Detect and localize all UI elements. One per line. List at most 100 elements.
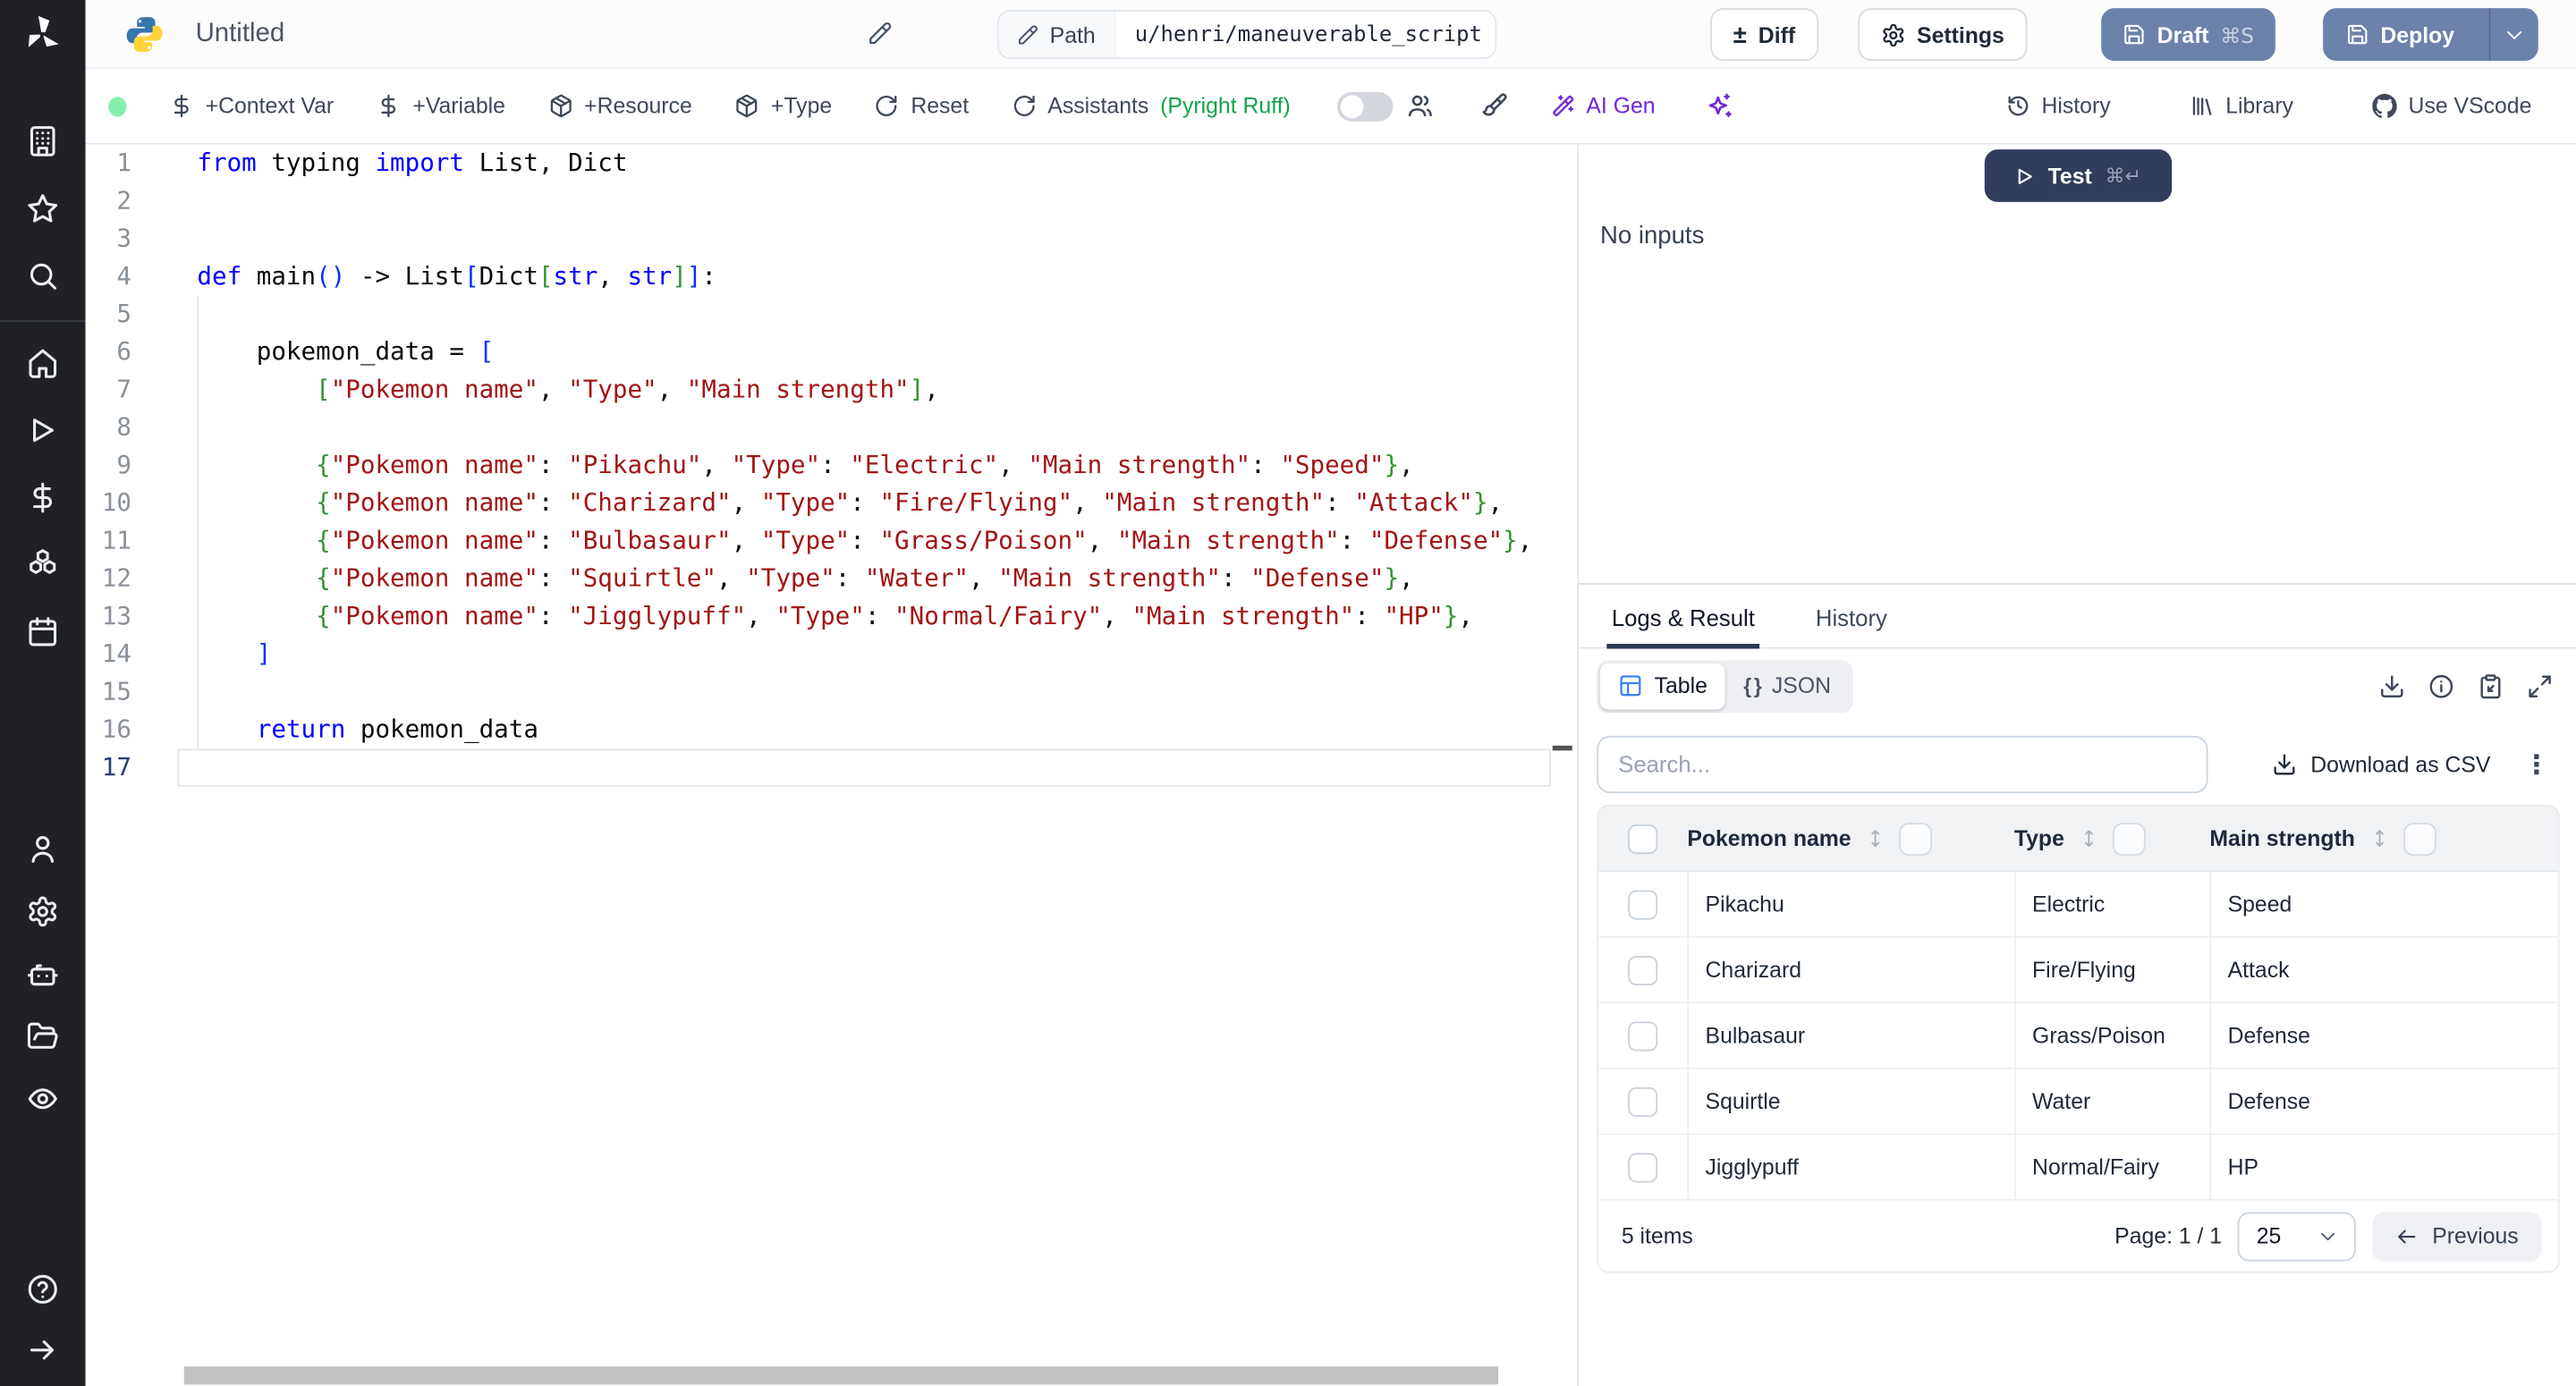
code-line[interactable]: 10 {"Pokemon name": "Charizard", "Type":… xyxy=(86,485,1578,522)
column-filter-pill[interactable] xyxy=(2112,822,2145,855)
code-line[interactable]: 7 ["Pokemon name", "Type", "Main strengt… xyxy=(86,371,1578,409)
sort-icon[interactable] xyxy=(1864,828,1885,849)
draft-button[interactable]: Draft ⌘S xyxy=(2101,8,2275,61)
view-table-button[interactable]: Table xyxy=(1600,663,1725,708)
code-line[interactable]: 16 return pokemon_data xyxy=(86,711,1578,748)
code-line[interactable]: 8 xyxy=(86,409,1578,446)
history-button[interactable]: History xyxy=(2005,94,2111,119)
resources-cubes-icon[interactable] xyxy=(26,548,59,581)
edit-summary-pencil-icon[interactable] xyxy=(868,21,893,46)
code-line[interactable]: 9 {"Pokemon name": "Pikachu", "Type": "E… xyxy=(86,447,1578,485)
save-icon xyxy=(2346,23,2369,46)
line-number: 2 xyxy=(86,182,131,220)
column-filter-pill[interactable] xyxy=(2402,822,2436,855)
table-cell: Defense xyxy=(2209,1003,2557,1068)
home-icon[interactable] xyxy=(26,347,59,380)
table-row[interactable]: PikachuElectricSpeed xyxy=(1598,872,2558,937)
code-line[interactable]: 3 xyxy=(86,220,1578,258)
download-result-icon[interactable] xyxy=(2379,672,2405,698)
ai-gen-button[interactable]: AI Gen xyxy=(1550,94,1656,119)
line-number: 6 xyxy=(86,334,131,371)
table-view-label: Table xyxy=(1655,673,1707,698)
add-resource-button[interactable]: +Resource xyxy=(548,94,692,119)
add-context-var-button[interactable]: +Context Var xyxy=(169,94,334,119)
reset-button[interactable]: Reset xyxy=(875,94,969,119)
settings-gear-icon[interactable] xyxy=(26,895,59,928)
code-line[interactable]: 12 {"Pokemon name": "Squirtle", "Type": … xyxy=(86,560,1578,597)
deploy-dropdown-button[interactable] xyxy=(2489,8,2538,61)
assistants-detail: (Pyright Ruff) xyxy=(1160,94,1291,119)
runs-play-icon[interactable] xyxy=(26,414,59,447)
windmill-logo[interactable] xyxy=(0,0,86,69)
page-size-select[interactable]: 25 xyxy=(2238,1212,2356,1261)
info-icon[interactable] xyxy=(2428,672,2454,698)
row-checkbox[interactable] xyxy=(1628,955,1657,985)
horizontal-scrollbar[interactable] xyxy=(184,1366,1498,1384)
code-line[interactable]: 1from typing import List, Dict xyxy=(86,145,1578,182)
tab-logs-result[interactable]: Logs & Result xyxy=(1612,604,1755,647)
kebab-menu-icon[interactable]: ⋮ xyxy=(2523,748,2549,780)
overview-ruler-cursor xyxy=(1553,746,1572,751)
code-line[interactable]: 5 xyxy=(86,296,1578,334)
use-vscode-button[interactable]: Use VScode xyxy=(2372,94,2531,119)
view-json-button[interactable]: { } JSON xyxy=(1725,663,1849,708)
deploy-button[interactable]: Deploy xyxy=(2323,8,2538,61)
row-checkbox[interactable] xyxy=(1628,1152,1657,1181)
library-button[interactable]: Library xyxy=(2190,94,2293,119)
row-checkbox[interactable] xyxy=(1628,890,1657,919)
code-line[interactable]: 11 {"Pokemon name": "Bulbasaur", "Type":… xyxy=(86,522,1578,560)
audit-eye-icon[interactable] xyxy=(26,1082,59,1115)
line-number: 10 xyxy=(86,485,131,522)
result-table-body: PikachuElectricSpeedCharizardFire/Flying… xyxy=(1598,872,2558,1200)
add-variable-button[interactable]: +Variable xyxy=(377,94,505,119)
select-all-checkbox[interactable] xyxy=(1628,824,1657,853)
help-icon[interactable] xyxy=(26,1272,59,1306)
table-row[interactable]: BulbasaurGrass/PoisonDefense xyxy=(1598,1003,2558,1069)
status-dot-green xyxy=(108,96,126,115)
code-line[interactable]: 6 pokemon_data = [ xyxy=(86,334,1578,371)
ai-gen-label: AI Gen xyxy=(1586,94,1655,119)
previous-page-button[interactable]: Previous xyxy=(2373,1212,2541,1261)
code-line[interactable]: 2 xyxy=(86,182,1578,220)
search-input[interactable] xyxy=(1597,735,2207,792)
users-person-icon[interactable] xyxy=(26,832,59,866)
column-filter-pill[interactable] xyxy=(1899,822,1932,855)
path-field[interactable]: Path u/henri/maneuverable_script xyxy=(997,10,1496,59)
expand-sidebar-arrow-icon[interactable] xyxy=(26,1333,59,1366)
favorites-star-icon[interactable] xyxy=(26,192,59,225)
table-row[interactable]: SquirtleWaterDefense xyxy=(1598,1069,2558,1135)
download-csv-button[interactable]: Download as CSV xyxy=(2273,751,2490,776)
magic-wand-icon xyxy=(1550,94,1575,119)
folders-icon[interactable] xyxy=(26,1020,59,1053)
table-row[interactable]: JigglypuffNormal/FairyHP xyxy=(1598,1135,2558,1200)
add-type-button[interactable]: +Type xyxy=(735,94,833,119)
multiplayer-toggle[interactable] xyxy=(1336,91,1392,121)
sort-icon[interactable] xyxy=(2078,828,2099,849)
code-line[interactable]: 14 ] xyxy=(86,636,1578,673)
code-editor[interactable]: 1from typing import List, Dict234def mai… xyxy=(86,145,1578,1386)
code-line[interactable]: 13 {"Pokemon name": "Jigglypuff", "Type"… xyxy=(86,598,1578,636)
row-checkbox[interactable] xyxy=(1628,1021,1657,1051)
workers-robot-icon[interactable] xyxy=(26,958,59,991)
assistants-button[interactable]: Assistants (Pyright Ruff) xyxy=(1012,94,1291,119)
table-row[interactable]: CharizardFire/FlyingAttack xyxy=(1598,938,2558,1003)
settings-button[interactable]: Settings xyxy=(1858,8,2028,61)
result-tabs: Logs & Result History xyxy=(1579,585,2576,649)
diff-button[interactable]: ± Diff xyxy=(1710,8,1818,61)
people-icon[interactable] xyxy=(1405,92,1433,120)
expand-icon[interactable] xyxy=(2527,672,2553,698)
tab-history[interactable]: History xyxy=(1816,604,1887,647)
schedules-calendar-icon[interactable] xyxy=(26,616,59,649)
search-icon[interactable] xyxy=(26,259,59,292)
workspace-building-icon[interactable] xyxy=(26,125,59,158)
code-line[interactable]: 4def main() -> List[Dict[str, str]]: xyxy=(86,258,1578,295)
sparkles-icon[interactable] xyxy=(1705,92,1733,120)
code-line[interactable]: 15 xyxy=(86,673,1578,711)
sort-icon[interactable] xyxy=(2368,828,2390,849)
history-clock-icon xyxy=(2005,94,2030,119)
row-checkbox[interactable] xyxy=(1628,1086,1657,1116)
test-button[interactable]: Test ⌘↵ xyxy=(1984,149,2171,202)
variables-dollar-icon[interactable] xyxy=(26,481,59,514)
copy-clipboard-icon[interactable] xyxy=(2478,672,2504,698)
format-brush-icon[interactable] xyxy=(1479,92,1507,120)
